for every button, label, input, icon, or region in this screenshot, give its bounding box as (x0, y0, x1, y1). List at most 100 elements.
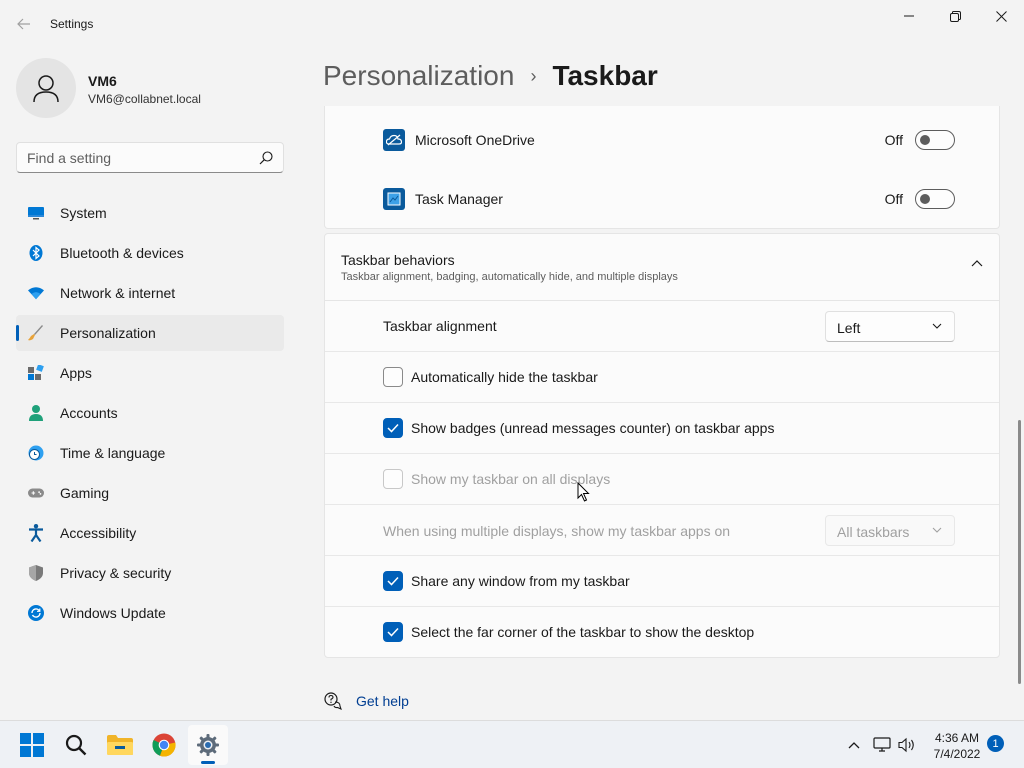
task-manager-toggle-group: Off (885, 189, 955, 209)
all-displays-row: Show my taskbar on all displays (325, 454, 999, 505)
chrome-button[interactable] (144, 725, 184, 765)
task-manager-icon (383, 188, 405, 210)
windows-logo-icon (20, 733, 44, 757)
search-taskbar-button[interactable] (56, 725, 96, 765)
search-box[interactable] (16, 142, 284, 173)
task-manager-toggle[interactable] (915, 189, 955, 209)
sidebar-item-time-language[interactable]: Time & language (16, 435, 284, 471)
back-arrow-icon (17, 18, 30, 30)
sidebar-nav: System Bluetooth & devices Network & int… (16, 195, 284, 635)
taskbar-alignment-dropdown[interactable]: Left (825, 311, 955, 342)
search-input[interactable] (27, 150, 247, 166)
gear-icon (197, 734, 219, 756)
sidebar-item-system[interactable]: System (16, 195, 284, 231)
title-bar: Settings (0, 0, 1024, 48)
taskbar-corner-overflow-card: Microsoft OneDrive Off Task Manager Off (324, 106, 1000, 229)
shield-icon (28, 565, 44, 581)
share-window-checkbox[interactable] (383, 571, 403, 591)
chrome-icon (152, 733, 176, 757)
chevron-up-icon[interactable] (971, 259, 983, 267)
auto-hide-label: Automatically hide the taskbar (411, 369, 598, 385)
section-title: Taskbar behaviors (341, 252, 455, 268)
checkmark-icon (387, 576, 399, 586)
sidebar-item-bluetooth[interactable]: Bluetooth & devices (16, 235, 284, 271)
mouse-cursor-icon (577, 482, 590, 502)
clock-time: 4:36 AM (934, 731, 980, 745)
sidebar-item-windows-update[interactable]: Windows Update (16, 595, 284, 631)
chevron-down-icon (932, 323, 942, 329)
sidebar-item-accessibility[interactable]: Accessibility (16, 515, 284, 551)
network-icon (873, 737, 891, 752)
chevron-down-icon (932, 527, 942, 533)
toggle-state-label: Off (884, 132, 903, 148)
sidebar-item-label: Accounts (60, 405, 118, 421)
person-icon (28, 405, 44, 421)
checkmark-icon (387, 627, 399, 637)
taskbar-alignment-row: Taskbar alignment Left (325, 301, 999, 352)
dropdown-value: Left (837, 320, 861, 336)
far-corner-checkbox[interactable] (383, 622, 403, 642)
network-tray-button[interactable] (870, 725, 894, 765)
page-title: Taskbar (552, 60, 658, 91)
get-help-link[interactable]: Get help (324, 690, 409, 712)
globe-clock-icon (28, 445, 44, 461)
sidebar-item-apps[interactable]: Apps (16, 355, 284, 391)
sidebar-item-label: Accessibility (60, 525, 137, 541)
share-window-label: Share any window from my taskbar (411, 573, 630, 589)
onedrive-toggle[interactable] (915, 130, 955, 150)
update-icon (28, 605, 44, 621)
apps-icon (28, 365, 44, 381)
toggle-knob (920, 194, 930, 204)
minimize-button[interactable] (886, 0, 932, 32)
far-corner-row: Select the far corner of the taskbar to … (325, 607, 999, 658)
notification-badge[interactable]: 1 (987, 735, 1004, 752)
gamepad-icon (28, 485, 44, 501)
badges-checkbox[interactable] (383, 418, 403, 438)
wifi-icon (28, 285, 44, 301)
file-explorer-button[interactable] (100, 725, 140, 765)
search-icon (259, 151, 273, 165)
sidebar-item-gaming[interactable]: Gaming (16, 475, 284, 511)
breadcrumb-parent[interactable]: Personalization (323, 60, 514, 92)
app-row-task-manager: Task Manager (383, 187, 503, 211)
auto-hide-checkbox[interactable] (383, 367, 403, 387)
section-subtitle: Taskbar alignment, badging, automaticall… (341, 271, 678, 283)
far-corner-label: Select the far corner of the taskbar to … (411, 624, 755, 640)
sidebar-item-accounts[interactable]: Accounts (16, 395, 284, 431)
sidebar-item-label: Privacy & security (60, 565, 172, 581)
back-button[interactable] (12, 10, 36, 38)
close-button[interactable] (978, 0, 1024, 32)
taskbar-alignment-label: Taskbar alignment (383, 318, 497, 334)
toggle-knob (920, 135, 930, 145)
get-help-label: Get help (356, 693, 409, 709)
sidebar-item-label: Time & language (60, 445, 166, 461)
all-displays-checkbox[interactable] (383, 469, 403, 489)
sidebar-item-network[interactable]: Network & internet (16, 275, 284, 311)
taskbar-behaviors-header[interactable]: Taskbar behaviors Taskbar alignment, bad… (325, 234, 999, 301)
sidebar-item-personalization[interactable]: Personalization (16, 315, 284, 351)
avatar[interactable] (16, 58, 76, 118)
auto-hide-row: Automatically hide the taskbar (325, 352, 999, 403)
app-row-onedrive: Microsoft OneDrive (383, 128, 535, 152)
active-app-indicator (201, 761, 215, 764)
badges-label: Show badges (unread messages counter) on… (411, 420, 775, 436)
chevron-up-icon (848, 742, 860, 749)
multi-display-label: When using multiple displays, show my ta… (383, 523, 731, 539)
sidebar-item-privacy-security[interactable]: Privacy & security (16, 555, 284, 591)
multi-display-dropdown[interactable]: All taskbars (825, 515, 955, 546)
restore-icon (949, 10, 961, 22)
accessibility-icon (28, 524, 44, 542)
scrollbar-thumb[interactable] (1018, 420, 1021, 684)
show-hidden-icons-button[interactable] (842, 725, 866, 765)
volume-tray-button[interactable] (894, 725, 920, 765)
clock[interactable]: 4:36 AM 7/4/2022 (918, 730, 996, 762)
sidebar-item-label: Gaming (60, 485, 110, 501)
start-button[interactable] (12, 725, 52, 765)
minimize-icon (904, 15, 914, 17)
sidebar-item-label: System (60, 205, 107, 221)
sidebar-item-label: Apps (60, 365, 92, 381)
restore-button[interactable] (932, 0, 978, 32)
settings-taskbar-button[interactable] (188, 725, 228, 765)
multi-display-row: When using multiple displays, show my ta… (325, 505, 999, 556)
taskbar-behaviors-card: Taskbar behaviors Taskbar alignment, bad… (324, 233, 1000, 658)
